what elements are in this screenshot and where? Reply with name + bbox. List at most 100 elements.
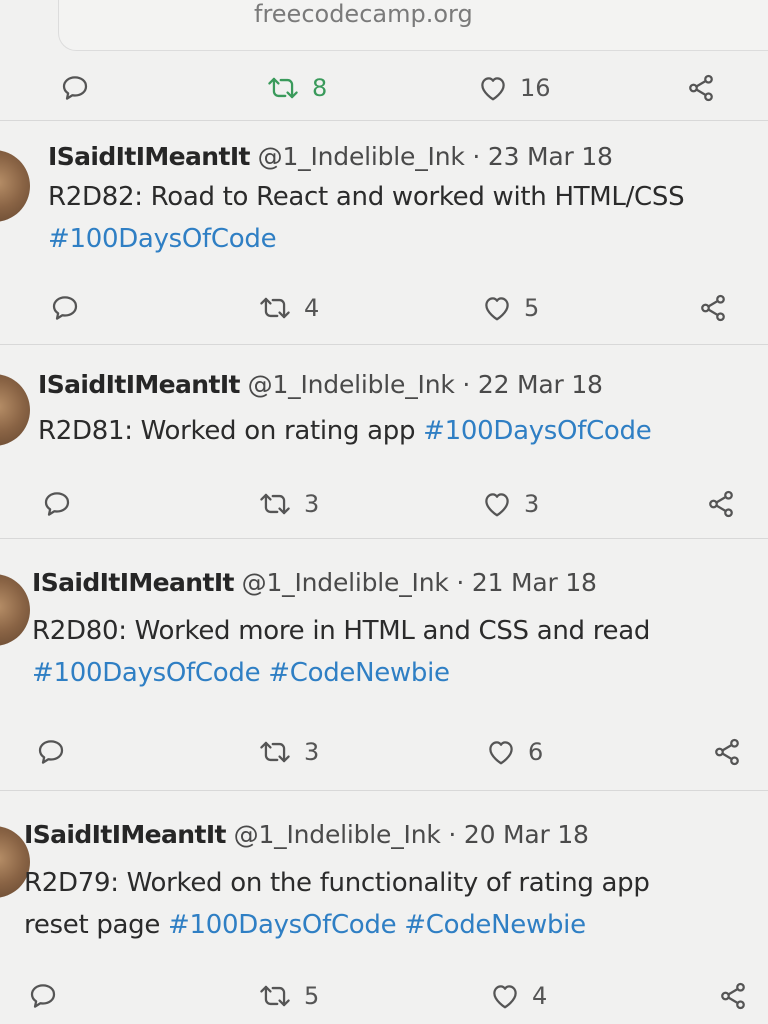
tweet-date[interactable]: · 21 Mar 18 xyxy=(456,568,597,597)
avatar[interactable] xyxy=(0,150,30,222)
retweet-button[interactable]: 5 xyxy=(258,976,319,1016)
user-handle[interactable]: @1_Indelible_Ink xyxy=(234,820,441,849)
like-count: 5 xyxy=(524,294,540,322)
tweet-actions: 3 3 xyxy=(0,484,768,524)
tweet-divider xyxy=(0,120,768,121)
reply-icon xyxy=(44,492,70,516)
heart-icon xyxy=(493,985,517,1009)
heart-icon xyxy=(485,297,509,321)
tweet-actions: 3 6 xyxy=(0,732,768,772)
share-button[interactable] xyxy=(712,732,742,772)
hashtag-link[interactable]: #CodeNewbie xyxy=(268,658,450,688)
tweet-divider xyxy=(0,538,768,539)
tweet-text: R2D79: Worked on the functionality of ra… xyxy=(24,862,650,946)
like-count: 16 xyxy=(520,74,551,102)
heart-icon xyxy=(481,77,505,101)
share-icon xyxy=(701,294,725,322)
hashtag-link[interactable]: #100DaysOfCode xyxy=(48,224,277,254)
share-button[interactable] xyxy=(686,68,716,108)
retweet-icon xyxy=(260,297,290,319)
reply-icon xyxy=(62,76,88,100)
share-button[interactable] xyxy=(706,484,736,524)
hashtag-link[interactable]: #100DaysOfCode xyxy=(423,416,652,446)
hashtag-link[interactable]: #CodeNewbie xyxy=(404,910,586,940)
reply-button[interactable] xyxy=(60,68,90,108)
tweet-item[interactable]: ISaidItIMeantIt @1_Indelible_Ink · 20 Ma… xyxy=(0,792,768,1024)
like-button[interactable]: 16 xyxy=(478,68,551,108)
avatar[interactable] xyxy=(0,374,30,446)
retweet-count: 3 xyxy=(304,738,320,766)
retweet-button[interactable]: 3 xyxy=(258,732,319,772)
display-name[interactable]: ISaidItIMeantIt xyxy=(48,142,251,171)
hashtag-link[interactable]: #100DaysOfCode xyxy=(168,910,397,940)
like-count: 4 xyxy=(532,982,548,1010)
user-handle[interactable]: @1_Indelible_Ink xyxy=(248,370,455,399)
like-count: 3 xyxy=(524,490,540,518)
retweet-count: 5 xyxy=(304,982,320,1010)
tweet-text-segment: R2D81: Worked on rating app xyxy=(38,416,424,446)
like-button[interactable]: 5 xyxy=(482,288,539,328)
like-count: 6 xyxy=(528,738,544,766)
tweet-text-line: #100DaysOfCode xyxy=(48,218,684,260)
retweet-button[interactable]: 4 xyxy=(258,288,319,328)
retweet-count: 8 xyxy=(312,74,328,102)
hashtag-link[interactable]: #100DaysOfCode xyxy=(32,658,261,688)
retweet-count: 4 xyxy=(304,294,320,322)
display-name[interactable]: ISaidItIMeantIt xyxy=(38,370,241,399)
link-domain: freecodecamp.org xyxy=(254,0,473,28)
retweet-count: 3 xyxy=(304,490,320,518)
share-icon xyxy=(715,738,739,766)
tweet-text: R2D80: Worked more in HTML and CSS and r… xyxy=(32,610,650,694)
retweet-icon xyxy=(260,985,290,1007)
reply-icon xyxy=(52,296,78,320)
like-button[interactable]: 3 xyxy=(482,484,539,524)
tweet-text-line: R2D80: Worked more in HTML and CSS and r… xyxy=(32,616,651,646)
tweet-header: ISaidItIMeantIt @1_Indelible_Ink · 20 Ma… xyxy=(24,820,589,849)
share-button[interactable] xyxy=(718,976,748,1016)
link-preview-card[interactable]: freecodecamp.org xyxy=(58,0,768,51)
like-button[interactable]: 4 xyxy=(490,976,547,1016)
tweet-actions: 5 4 xyxy=(0,976,768,1016)
tweet-text-line: R2D81: Worked on rating app #100DaysOfCo… xyxy=(38,410,652,452)
tweet-date[interactable]: · 22 Mar 18 xyxy=(462,370,603,399)
tweet-header: ISaidItIMeantIt @1_Indelible_Ink · 21 Ma… xyxy=(32,568,597,597)
tweet-feed: freecodecamp.org 8 16 ISaidItIMeantIt @1… xyxy=(0,0,768,1024)
reply-button[interactable] xyxy=(28,976,58,1016)
share-button[interactable] xyxy=(698,288,728,328)
share-icon xyxy=(689,74,713,102)
tweet-text-segment: reset page xyxy=(24,910,169,940)
tweet-divider xyxy=(0,790,768,791)
tweet-text-line: #100DaysOfCode #CodeNewbie xyxy=(32,652,650,694)
user-handle[interactable]: @1_Indelible_Ink xyxy=(242,568,449,597)
like-button[interactable]: 6 xyxy=(486,732,543,772)
reply-icon xyxy=(30,984,56,1008)
display-name[interactable]: ISaidItIMeantIt xyxy=(24,820,227,849)
tweet-item[interactable]: ISaidItIMeantIt @1_Indelible_Ink · 22 Ma… xyxy=(0,346,768,538)
display-name[interactable]: ISaidItIMeantIt xyxy=(32,568,235,597)
retweet-icon xyxy=(260,493,290,515)
tweet-actions: 4 5 xyxy=(0,288,768,328)
heart-icon xyxy=(489,741,513,765)
avatar[interactable] xyxy=(0,574,30,646)
tweet-header: ISaidItIMeantIt @1_Indelible_Ink · 22 Ma… xyxy=(38,370,603,399)
tweet-header: ISaidItIMeantIt @1_Indelible_Ink · 23 Ma… xyxy=(48,142,613,171)
reply-button[interactable] xyxy=(42,484,72,524)
reply-button[interactable] xyxy=(36,732,66,772)
retweet-icon xyxy=(260,741,290,763)
tweet-item[interactable]: ISaidItIMeantIt @1_Indelible_Ink · 23 Ma… xyxy=(0,122,768,344)
tweet-item[interactable]: ISaidItIMeantIt @1_Indelible_Ink · 21 Ma… xyxy=(0,540,768,790)
share-icon xyxy=(709,490,733,518)
tweet-date[interactable]: · 23 Mar 18 xyxy=(472,142,613,171)
reply-icon xyxy=(38,740,64,764)
tweet-text-line: R2D82: Road to React and worked with HTM… xyxy=(48,182,685,212)
tweet-date[interactable]: · 20 Mar 18 xyxy=(448,820,589,849)
retweet-button[interactable]: 3 xyxy=(258,484,319,524)
tweet-text: R2D81: Worked on rating app #100DaysOfCo… xyxy=(38,410,652,452)
retweet-icon xyxy=(268,77,298,99)
tweet-divider xyxy=(0,344,768,345)
tweet-text-line: R2D79: Worked on the functionality of ra… xyxy=(24,868,650,898)
user-handle[interactable]: @1_Indelible_Ink xyxy=(258,142,465,171)
retweet-button[interactable]: 8 xyxy=(266,68,327,108)
reply-button[interactable] xyxy=(50,288,80,328)
tweet-actions: 8 16 xyxy=(0,68,768,108)
